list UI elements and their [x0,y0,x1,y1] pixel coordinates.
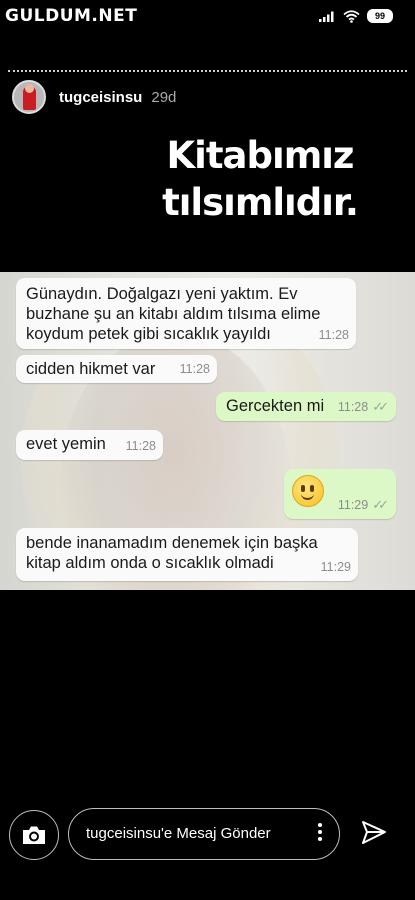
story-progress-bar [8,70,407,72]
message-time: 11:29 ✓✓ [338,495,389,515]
send-icon [362,821,386,844]
wifi-icon [343,9,360,23]
message-text: bende inanamadım denemek için başka kita… [26,534,318,572]
more-vertical-icon[interactable] [317,823,323,845]
message-text: Günaydın. Doğalgazı yeni yaktım. Ev buzh… [26,285,321,343]
read-receipt-icon: ✓✓ [372,399,389,414]
signal-icon [319,11,334,22]
watermark-logo: GULDUM.NET [5,6,138,26]
message-time: 11:28 [318,328,349,342]
message-time: 11:28 ✓✓ [338,397,389,417]
story-caption: Kitabımız tılsımlıdır. [140,132,380,226]
read-receipt-icon: ✓✓ [372,497,389,512]
status-bar: GULDUM.NET 99 [0,0,415,34]
message-input[interactable]: tugceisinsu'e Mesaj Gönder [68,808,340,860]
message-bubble: evet yemin 11:28 [16,430,163,460]
story-time: 29d [151,88,177,106]
message-bubble: 11:29 ✓✓ [284,469,396,519]
message-bubble: Günaydın. Doğalgazı yeni yaktım. Ev buzh… [16,278,356,349]
reply-bar: tugceisinsu'e Mesaj Gönder [0,802,415,866]
chat-screenshot: Günaydın. Doğalgazı yeni yaktım. Ev buzh… [0,272,415,590]
story-username[interactable]: tugceisinsu [59,89,142,106]
caption-line-2: tılsımlıdır. [162,181,359,224]
slightly-smiling-face-icon [292,475,324,507]
camera-button[interactable] [9,810,59,860]
message-input-placeholder: tugceisinsu'e Mesaj Gönder [86,825,271,842]
message-bubble: Gercekten mi 11:28 ✓✓ [216,392,396,421]
message-bubble: cidden hikmet var 11:28 [16,355,217,383]
battery-icon: 99 [367,9,393,23]
caption-line-1: Kitabımız [166,134,355,177]
send-button[interactable] [360,819,392,851]
message-time: 11:29 [320,560,351,574]
message-time: 11:28 [125,439,156,453]
story-header: tugceisinsu 29d [12,79,176,115]
message-bubble: bende inanamadım denemek için başka kita… [16,528,358,581]
status-icons: 99 [319,9,393,23]
message-time: 11:28 [179,362,210,376]
camera-icon [23,826,45,844]
avatar[interactable] [12,80,46,114]
